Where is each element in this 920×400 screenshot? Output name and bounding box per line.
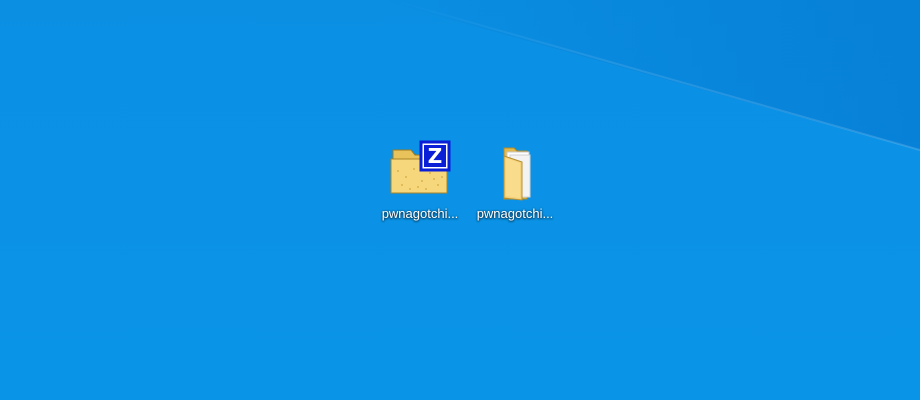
desktop-icon-label: pwnagotchi... <box>381 206 459 221</box>
desktop-icon-label: pwnagotchi... <box>476 206 554 221</box>
zip-archive-folder-icon: Z <box>390 140 451 194</box>
folder-icon <box>503 147 531 201</box>
desktop-icon-zip[interactable]: Z pwnagotchi... <box>372 138 468 234</box>
svg-text:Z: Z <box>428 144 443 168</box>
desktop-icon-folder[interactable]: pwnagotchi... <box>467 138 563 234</box>
desktop[interactable]: Z pwnagotchi... pwnagotchi... <box>0 0 920 400</box>
